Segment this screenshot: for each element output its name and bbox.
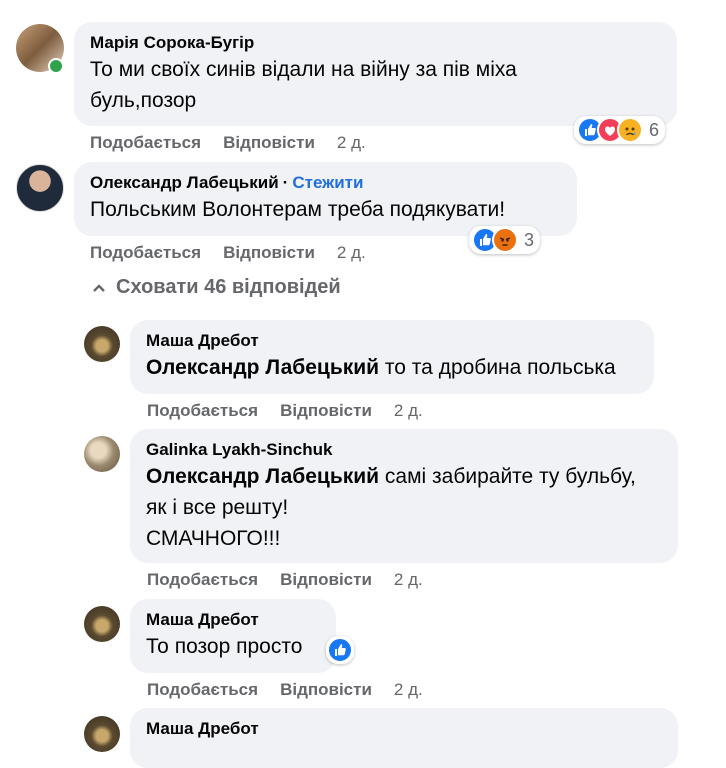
reply-text-line: Олександр Лабецький самі забирайте ту бу… xyxy=(146,461,662,492)
timestamp[interactable]: 2 д. xyxy=(337,133,366,152)
mention-link[interactable]: Олександр Лабецький xyxy=(146,356,379,379)
reply-text: Олександр Лабецький самі забирайте ту бу… xyxy=(146,461,662,554)
reply-author[interactable]: Маша Дребот xyxy=(146,330,638,352)
comment-author[interactable]: Олександр Лабецький xyxy=(90,173,279,192)
reply-bubble: Маша Дребот То позор просто xyxy=(130,599,336,673)
comment-bubble: Марія Сорока-Бугір То ми своїх синів від… xyxy=(74,22,677,126)
avatar[interactable] xyxy=(84,436,120,472)
reply-bubble: Galinka Lyakh-Sinchuk Олександр Лабецьки… xyxy=(130,429,678,563)
reply-text-content: то та дробина польська xyxy=(379,356,616,379)
follow-link[interactable]: Стежити xyxy=(292,173,363,192)
reply-bubble: Маша Дребот Олександр Лабецький то та др… xyxy=(130,320,654,394)
sad-icon xyxy=(617,117,643,143)
separator-dot: · xyxy=(282,173,289,192)
reply-link[interactable]: Відповісти xyxy=(280,680,372,699)
comment-text-line: буль,позор xyxy=(90,89,197,112)
reply-bubble: Маша Дребот xyxy=(130,708,678,768)
reply-author[interactable]: Маша Дребот xyxy=(146,609,320,631)
mention-link[interactable]: Олександр Лабецький xyxy=(146,465,379,488)
reply-link[interactable]: Відповісти xyxy=(223,243,315,262)
comment-text: Польським Волонтерам треба подякувати! xyxy=(90,198,506,221)
reply-text-line: як і все решту! xyxy=(146,496,289,519)
chevron-up-icon xyxy=(92,276,106,299)
reply-link[interactable]: Відповісти xyxy=(280,570,372,589)
reply-actions: Подобається Відповісти 2 д. xyxy=(147,401,445,421)
reactions-summary[interactable]: 6 xyxy=(574,116,666,144)
hide-replies-label: Сховати 46 відповідей xyxy=(116,276,341,298)
avatar[interactable] xyxy=(84,716,120,752)
comment-text-line: То ми своїх синів відали на війну за пів… xyxy=(90,58,517,81)
reply-text: То позор просто xyxy=(146,635,303,658)
reply-text-line: СМАЧНОГО!!! xyxy=(146,527,281,550)
comment-text: То ми своїх синів відали на війну за пів… xyxy=(90,54,661,116)
comment-bubble: Олександр Лабецький · Стежити Польським Во… xyxy=(74,162,577,236)
angry-icon xyxy=(492,227,518,253)
avatar[interactable] xyxy=(16,164,64,212)
online-status-icon xyxy=(48,58,64,74)
reply-link[interactable]: Відповісти xyxy=(280,401,372,420)
like-link[interactable]: Подобається xyxy=(147,401,258,420)
like-icon xyxy=(327,637,353,663)
timestamp[interactable]: 2 д. xyxy=(394,401,423,420)
comment-author[interactable]: Марія Сорока-Бугір xyxy=(90,32,661,54)
like-link[interactable]: Подобається xyxy=(90,133,201,152)
hide-replies-toggle[interactable]: Сховати 46 відповідей xyxy=(92,276,341,299)
reply-text-content: самі забирайте ту бульбу, xyxy=(379,465,636,488)
reaction-count: 3 xyxy=(524,229,535,250)
reactions-summary[interactable]: 3 xyxy=(469,226,541,254)
reactions-summary[interactable] xyxy=(326,636,354,664)
reply-link[interactable]: Відповісти xyxy=(223,133,315,152)
avatar[interactable] xyxy=(84,326,120,362)
avatar[interactable] xyxy=(84,606,120,642)
comment-author-line: Олександр Лабецький · Стежити xyxy=(90,172,561,194)
timestamp[interactable]: 2 д. xyxy=(394,680,423,699)
comment-actions: Подобається Відповісти 2 д. xyxy=(90,133,388,153)
reply-actions: Подобається Відповісти 2 д. xyxy=(147,570,445,590)
like-link[interactable]: Подобається xyxy=(90,243,201,262)
like-link[interactable]: Подобається xyxy=(147,680,258,699)
reply-actions: Подобається Відповісти 2 д. xyxy=(147,680,445,700)
reply-text: Олександр Лабецький то та дробина польсь… xyxy=(146,352,638,383)
reaction-count: 6 xyxy=(649,119,660,140)
timestamp[interactable]: 2 д. xyxy=(394,570,423,589)
reply-author[interactable]: Galinka Lyakh-Sinchuk xyxy=(146,439,662,461)
timestamp[interactable]: 2 д. xyxy=(337,243,366,262)
like-link[interactable]: Подобається xyxy=(147,570,258,589)
comment-actions: Подобається Відповісти 2 д. xyxy=(90,243,388,263)
reply-author[interactable]: Маша Дребот xyxy=(146,718,662,740)
